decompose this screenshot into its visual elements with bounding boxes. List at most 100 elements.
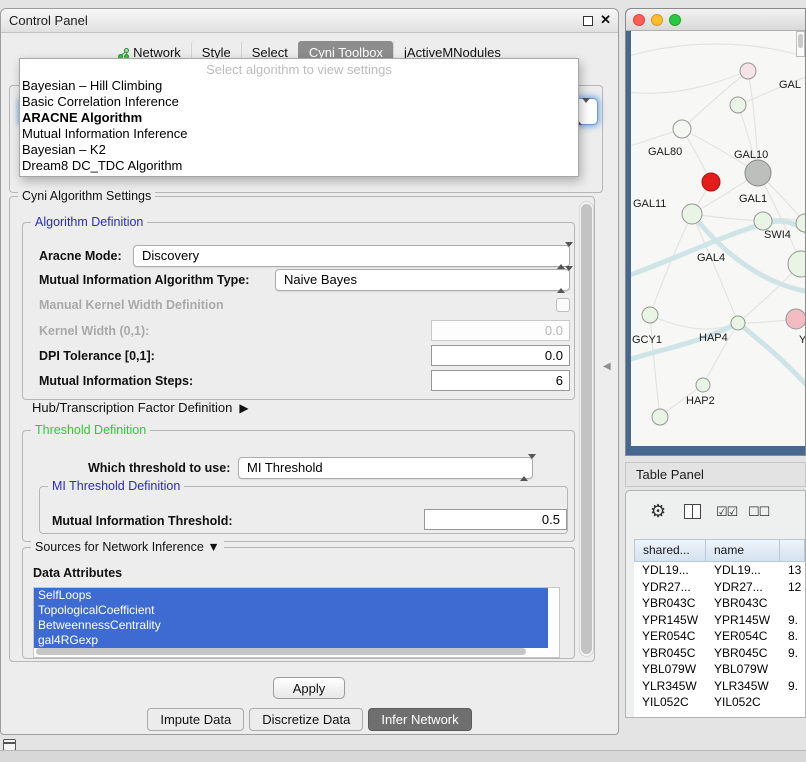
close-icon[interactable]: ✕	[600, 12, 611, 28]
network-node[interactable]	[745, 160, 771, 186]
float-window-icon[interactable]	[583, 16, 593, 26]
network-node[interactable]	[642, 307, 658, 323]
scrollbar-thumb[interactable]	[798, 34, 803, 48]
algorithm-option[interactable]: Basic Correlation Inference	[20, 94, 578, 110]
attribute-list-item[interactable]: SelfLoops	[34, 588, 548, 603]
select-all-icon[interactable]: ☑☑	[716, 504, 737, 520]
table-cell: YIL052C	[634, 694, 706, 711]
column-header[interactable]	[780, 539, 805, 562]
network-canvas[interactable]: GALGAL80GAL10GAL11GAL1SWI4GAL4GCY1HAP4YH…	[631, 31, 805, 446]
table-row[interactable]: YIL052CYIL052C	[634, 694, 805, 711]
algorithm-option[interactable]: Bayesian – Hill Climbing	[20, 78, 578, 94]
dropdown-item-list: Bayesian – Hill ClimbingBasic Correlatio…	[20, 78, 578, 174]
algorithm-definition-title: Algorithm Definition	[31, 215, 147, 229]
algorithm-option[interactable]: ARACNE Algorithm	[20, 110, 578, 126]
network-node[interactable]	[754, 212, 772, 230]
attribute-list-item[interactable]: gal4RGexp	[34, 633, 548, 648]
dpi-tolerance-input[interactable]	[431, 345, 570, 366]
table-row[interactable]: YLR345WYLR345W9.	[634, 678, 805, 695]
expanded-arrow-icon[interactable]: ▼	[207, 540, 219, 554]
network-node[interactable]	[652, 409, 668, 425]
attribute-list-item[interactable]: TopologicalCoefficient	[34, 603, 548, 618]
table-row[interactable]: YBR045CYBR045C9.	[634, 645, 805, 662]
threshold-definition-group: Threshold Definition Which threshold to …	[22, 430, 575, 542]
table-row[interactable]: YBR043CYBR043C	[634, 595, 805, 612]
table-cell: YPR145W	[706, 612, 780, 629]
horizontal-scrollbar[interactable]	[36, 648, 526, 655]
network-node[interactable]	[696, 378, 710, 392]
apply-button[interactable]: Apply	[273, 677, 345, 699]
network-node[interactable]	[740, 63, 756, 79]
table-cell: YDL19...	[706, 562, 780, 579]
network-node[interactable]	[682, 204, 702, 224]
aracne-mode-label: Aracne Mode:	[39, 249, 122, 263]
mi-steps-input[interactable]	[431, 370, 570, 391]
data-attributes-list: SelfLoopsTopologicalCoefficientBetweenne…	[33, 587, 560, 658]
deselect-all-icon[interactable]: ☐☐	[748, 504, 769, 520]
kernel-width-input[interactable]	[431, 320, 570, 341]
network-node[interactable]	[786, 309, 805, 329]
columns-icon[interactable]	[684, 504, 701, 519]
network-edge	[692, 214, 738, 323]
dropdown-placeholder: Select algorithm to view settings	[20, 61, 578, 78]
network-edge	[650, 315, 660, 417]
mi-threshold-input[interactable]	[424, 509, 567, 530]
bottom-tab-impute-data[interactable]: Impute Data	[147, 708, 244, 731]
network-node[interactable]	[730, 97, 746, 113]
settings-vertical-scrollbar[interactable]	[579, 201, 594, 657]
network-edge	[738, 323, 805, 395]
table-cell: 12	[780, 579, 805, 596]
table-row[interactable]: YPR145WYPR145W9.	[634, 612, 805, 629]
mi-threshold-definition-title: MI Threshold Definition	[48, 479, 184, 493]
table-cell: YDR27...	[706, 579, 780, 596]
hub-definition-label: Hub/Transcription Factor Definition	[32, 400, 232, 415]
network-node[interactable]	[731, 316, 745, 330]
sources-title-text: Sources for Network Inference	[35, 540, 204, 554]
table-row[interactable]: YBL079WYBL079W	[634, 661, 805, 678]
algorithm-option[interactable]: Dream8 DC_TDC Algorithm	[20, 158, 578, 174]
table-row[interactable]: YDR27...YDR27...12	[634, 579, 805, 596]
bottom-tab-infer-network[interactable]: Infer Network	[368, 708, 471, 731]
network-node[interactable]	[702, 173, 720, 191]
zoom-traffic-light[interactable]	[669, 14, 681, 26]
gear-icon[interactable]: ⚙	[650, 501, 666, 522]
table-row[interactable]: YDL19...YDL19...13	[634, 562, 805, 579]
table-header-row: shared...name	[634, 539, 805, 562]
close-traffic-light[interactable]	[633, 14, 645, 26]
hub-definition-section[interactable]: Hub/Transcription Factor Definition ▶	[32, 400, 249, 415]
mi-type-combobox[interactable]: Naive Bayes	[275, 269, 570, 291]
sources-group-title[interactable]: Sources for Network Inference ▼	[31, 540, 224, 554]
table-cell: 8.	[780, 628, 805, 645]
bottom-tab-discretize-data[interactable]: Discretize Data	[249, 708, 363, 731]
aracne-mode-combobox[interactable]: Discovery	[133, 245, 570, 267]
network-node[interactable]	[796, 214, 805, 232]
table-cell: YBR043C	[634, 595, 706, 612]
algorithm-option[interactable]: Bayesian – K2	[20, 142, 578, 158]
network-vertical-scrollbar[interactable]	[796, 31, 805, 57]
collapsed-arrow-icon[interactable]: ▶	[239, 401, 248, 415]
node-label: GAL	[779, 79, 801, 91]
network-node[interactable]	[673, 120, 691, 138]
attribute-list-item[interactable]: BetweennessCentrality	[34, 618, 548, 633]
minimize-traffic-light[interactable]	[651, 14, 663, 26]
data-attributes-label: Data Attributes	[33, 566, 122, 580]
algorithm-option[interactable]: Mutual Information Inference	[20, 126, 578, 142]
table-cell: YER054C	[706, 628, 780, 645]
which-threshold-combobox[interactable]: MI Threshold	[238, 457, 533, 479]
node-label: GCY1	[632, 334, 662, 346]
manual-kernel-checkbox[interactable]	[556, 298, 570, 312]
table-cell	[780, 595, 805, 612]
table-cell: 9.	[780, 678, 805, 695]
manual-kernel-label: Manual Kernel Width Definition	[39, 298, 224, 312]
splitter-collapse-icon[interactable]: ◀	[603, 361, 611, 372]
table-cell: YBR043C	[706, 595, 780, 612]
status-bar	[0, 750, 806, 762]
node-label: GAL11	[633, 198, 666, 210]
scrollbar-thumb[interactable]	[581, 204, 592, 654]
table-cell: YLR345W	[634, 678, 706, 695]
column-header[interactable]: name	[706, 539, 780, 562]
table-row[interactable]: YER054CYER054C8.	[634, 628, 805, 645]
network-node[interactable]	[788, 251, 805, 277]
network-window-titlebar	[626, 9, 805, 31]
column-header[interactable]: shared...	[634, 539, 706, 562]
